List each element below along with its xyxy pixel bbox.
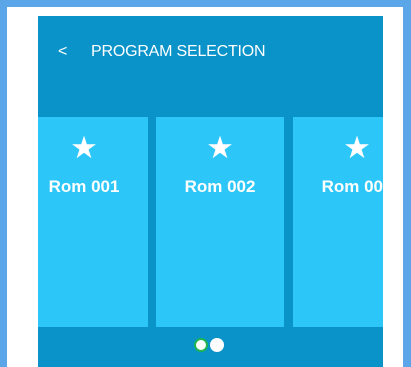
back-button[interactable]: < [58,43,67,61]
program-card-label: Rom 003 [321,177,383,196]
program-card-label: Rom 002 [184,177,256,196]
pagination-dot-page-2[interactable] [210,338,224,352]
program-card-label: Rom 001 [48,177,120,196]
device-frame: < PROGRAM SELECTION ★ Rom 001 ★ Rom 002 … [7,7,403,367]
program-selection-screen: < PROGRAM SELECTION ★ Rom 001 ★ Rom 002 … [38,16,383,367]
header: < PROGRAM SELECTION [38,16,383,116]
program-card-rom-002[interactable]: ★ Rom 002 [156,117,284,327]
page-title: PROGRAM SELECTION [91,43,266,60]
pagination-dot-page-1[interactable] [194,338,208,352]
program-card-rom-003[interactable]: ★ Rom 003 [293,117,383,327]
star-icon: ★ [343,130,371,165]
program-card-rom-001[interactable]: ★ Rom 001 [38,117,148,327]
program-carousel[interactable]: ★ Rom 001 ★ Rom 002 ★ Rom 003 [38,117,383,327]
pagination-bar [38,327,383,367]
star-icon: ★ [206,130,234,165]
star-icon: ★ [70,130,98,165]
